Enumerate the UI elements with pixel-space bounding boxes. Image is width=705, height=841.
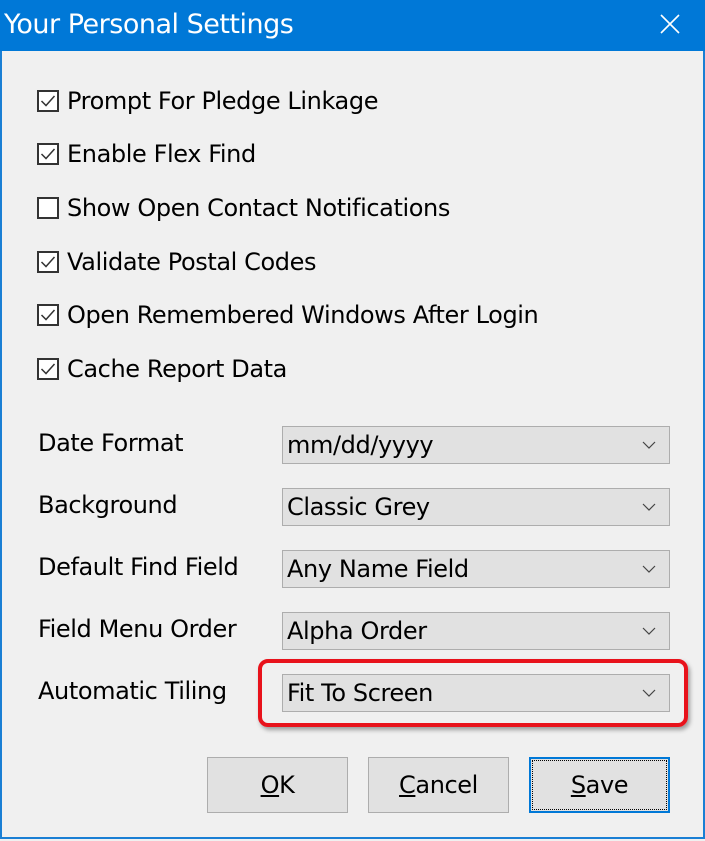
checkmark-icon xyxy=(40,309,56,321)
checkbox-open-remembered-windows[interactable]: Open Remembered Windows After Login xyxy=(37,300,539,330)
checkmark-icon xyxy=(40,363,56,375)
mnemonic: O xyxy=(260,771,280,799)
close-button[interactable] xyxy=(635,0,705,51)
button-label: ancel xyxy=(415,771,478,799)
checkmark-icon xyxy=(40,148,56,160)
checkbox-label: Open Remembered Windows After Login xyxy=(67,301,539,329)
default-find-field-select[interactable]: Any Name Field xyxy=(282,550,670,588)
select-value: mm/dd/yyyy xyxy=(287,431,434,459)
checkbox[interactable] xyxy=(37,358,59,380)
background-label: Background xyxy=(38,491,178,519)
checkbox[interactable] xyxy=(37,90,59,112)
title-bar: Your Personal Settings xyxy=(0,0,705,51)
checkbox[interactable] xyxy=(37,304,59,326)
checkbox-enable-flex-find[interactable]: Enable Flex Find xyxy=(37,139,256,169)
checkbox-cache-report-data[interactable]: Cache Report Data xyxy=(37,354,287,384)
checkbox-label: Cache Report Data xyxy=(67,355,287,383)
chevron-down-icon xyxy=(635,441,663,449)
date-format-label: Date Format xyxy=(38,429,184,457)
checkbox-validate-postal-codes[interactable]: Validate Postal Codes xyxy=(37,247,317,277)
button-label: K xyxy=(279,771,295,799)
automatic-tiling-select[interactable]: Fit To Screen xyxy=(282,674,670,712)
personal-settings-dialog: Your Personal Settings Prompt For Pledge… xyxy=(0,0,705,839)
select-value: Alpha Order xyxy=(287,617,427,645)
checkbox[interactable] xyxy=(37,197,59,219)
save-button[interactable]: Save xyxy=(529,757,670,813)
select-value: Classic Grey xyxy=(287,493,430,521)
checkmark-icon xyxy=(40,95,56,107)
checkbox[interactable] xyxy=(37,143,59,165)
field-menu-order-label: Field Menu Order xyxy=(38,615,237,643)
checkbox-label: Prompt For Pledge Linkage xyxy=(67,87,379,115)
default-find-field-label: Default Find Field xyxy=(38,553,239,581)
dialog-title: Your Personal Settings xyxy=(4,9,294,40)
cancel-button[interactable]: Cancel xyxy=(368,757,509,813)
date-format-select[interactable]: mm/dd/yyyy xyxy=(282,426,670,464)
chevron-down-icon xyxy=(635,565,663,573)
checkbox-prompt-pledge-linkage[interactable]: Prompt For Pledge Linkage xyxy=(37,86,378,116)
select-value: Any Name Field xyxy=(287,555,469,583)
chevron-down-icon xyxy=(635,689,663,697)
mnemonic: S xyxy=(570,771,586,799)
checkbox-label: Enable Flex Find xyxy=(67,140,256,168)
chevron-down-icon xyxy=(635,627,663,635)
ok-button[interactable]: OK xyxy=(207,757,348,813)
checkbox-label: Validate Postal Codes xyxy=(67,248,317,276)
mnemonic: C xyxy=(399,771,416,799)
select-value: Fit To Screen xyxy=(287,679,433,707)
checkbox[interactable] xyxy=(37,251,59,273)
button-label: ave xyxy=(585,771,629,799)
chevron-down-icon xyxy=(635,503,663,511)
checkbox-show-open-contact-notifications[interactable]: Show Open Contact Notifications xyxy=(37,193,450,223)
close-icon xyxy=(659,13,681,39)
field-menu-order-select[interactable]: Alpha Order xyxy=(282,612,670,650)
checkmark-icon xyxy=(40,256,56,268)
background-select[interactable]: Classic Grey xyxy=(282,488,670,526)
checkbox-label: Show Open Contact Notifications xyxy=(67,194,450,222)
automatic-tiling-label: Automatic Tiling xyxy=(38,677,227,705)
